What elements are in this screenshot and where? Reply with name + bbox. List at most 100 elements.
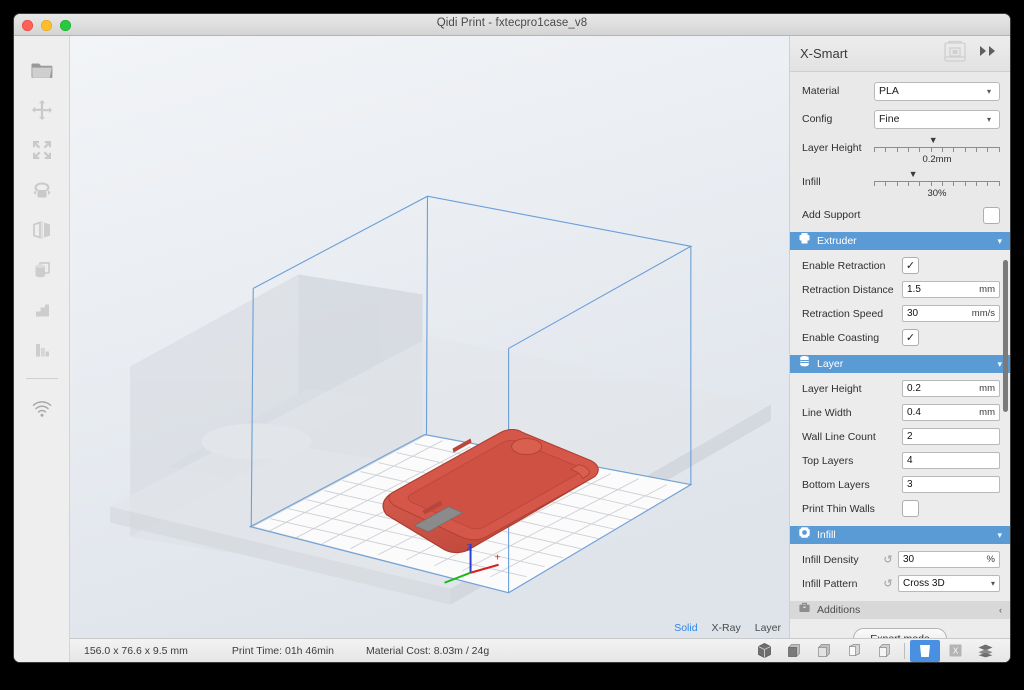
extruder-icon [798, 232, 811, 250]
layer-height-field-unit: mm [979, 383, 995, 394]
line-width-label: Line Width [802, 406, 852, 419]
line-width-row: Line Width 0.4 mm [802, 402, 1000, 423]
chevron-down-icon: ▾ [990, 579, 995, 588]
chevron-down-icon[interactable]: ▾ [997, 236, 1002, 247]
model-dimensions: 156.0 x 76.6 x 9.5 mm [84, 644, 188, 657]
print-thin-walls-checkbox[interactable] [902, 500, 919, 517]
group-title-infill: Infill [817, 529, 836, 541]
group-title-extruder: Extruder [817, 235, 857, 247]
toolbar-divider [25, 378, 58, 379]
wifi-button[interactable] [22, 389, 62, 429]
material-label: Material [802, 85, 840, 97]
layer-height-slider[interactable]: ▼ 0.2mm [874, 136, 1000, 168]
infill-label: Infill [802, 176, 821, 188]
add-support-checkbox[interactable] [983, 206, 1000, 224]
move-arrows-icon [31, 99, 53, 121]
view-controls: X [749, 639, 1010, 662]
scale-tool-button[interactable] [22, 130, 62, 170]
folder-icon [31, 60, 53, 80]
top-layers-row: Top Layers 4 [802, 450, 1000, 471]
xray-view-icon[interactable]: X [940, 640, 970, 662]
view-mode-labels: Solid X-Ray Layer [674, 622, 781, 634]
retraction-distance-value: 1.5 [907, 284, 921, 295]
svg-text:+: + [495, 553, 501, 564]
chevron-down-icon: ▾ [986, 86, 991, 96]
add-support-row: Add Support [802, 204, 1000, 226]
retraction-speed-label: Retraction Speed [802, 307, 884, 320]
config-select[interactable]: Fine ▾ [874, 109, 1000, 129]
infill-density-reset-icon[interactable]: ↺ [880, 553, 896, 566]
layer-view-icon[interactable] [970, 640, 1000, 662]
layer-height-row: Layer Height ▼ 0.2mm [802, 136, 1000, 168]
infill-pattern-value: Cross 3D [903, 578, 945, 589]
chevron-down-icon[interactable]: ▾ [997, 359, 1002, 370]
infill-row: Infill ▼ 30% [802, 170, 1000, 202]
infill-handle[interactable]: ▼ [909, 170, 918, 179]
group-body-layer: Layer Height 0.2 mm Line Width 0.4 mm Wa… [790, 373, 1010, 526]
stack-objects-icon [31, 259, 53, 281]
layer-height-value: 0.2mm [922, 154, 952, 165]
infill-slider[interactable]: ▼ 30% [874, 170, 1000, 202]
panel-scrollbar[interactable] [1003, 260, 1008, 412]
open-file-button[interactable] [22, 50, 62, 90]
layer-height-field-row: Layer Height 0.2 mm [802, 378, 1000, 399]
print-thin-walls-row: Print Thin Walls [802, 498, 1000, 519]
infill-pattern-label: Infill Pattern [802, 577, 858, 590]
print-thin-walls-label: Print Thin Walls [802, 502, 875, 515]
layer-icon [798, 355, 811, 373]
rotate-tool-button[interactable] [22, 170, 62, 210]
material-select[interactable]: PLA ▾ [874, 81, 1000, 101]
enable-coasting-checkbox[interactable]: ✓ [902, 329, 919, 346]
line-width-value: 0.4 [907, 407, 921, 418]
double-chevron-right-icon[interactable] [978, 44, 1000, 63]
view-mode-xray-label[interactable]: X-Ray [712, 622, 741, 634]
infill-pattern-row: Infill Pattern ↺ Cross 3D ▾ [802, 573, 1000, 594]
per-model-settings-button[interactable] [22, 250, 62, 290]
steps-tool-button[interactable] [22, 330, 62, 370]
infill-pattern-select[interactable]: Cross 3D ▾ [898, 575, 1000, 592]
group-header-layer[interactable]: Layer ▾ [790, 355, 1010, 373]
view-mode-layer-label[interactable]: Layer [755, 622, 781, 634]
enable-retraction-label: Enable Retraction [802, 259, 886, 272]
group-header-additions[interactable]: Additions ‹ [790, 601, 1010, 619]
enable-retraction-checkbox[interactable]: ✓ [902, 257, 919, 274]
bottom-layers-row: Bottom Layers 3 [802, 474, 1000, 495]
retraction-speed-input[interactable]: 30 mm/s [902, 305, 1000, 322]
printer-header: X-Smart [790, 36, 1010, 72]
enable-retraction-row: Enable Retraction ✓ [802, 255, 1000, 276]
left-cube-icon[interactable] [839, 640, 869, 662]
line-width-input[interactable]: 0.4 mm [902, 404, 1000, 421]
print-time: Print Time: 01h 46min [231, 644, 335, 657]
top-cube-icon[interactable] [809, 640, 839, 662]
svg-text:X: X [952, 647, 958, 656]
layer-height-field-input[interactable]: 0.2 mm [902, 380, 1000, 397]
top-layers-input[interactable]: 4 [902, 452, 1000, 469]
iso-cube-icon[interactable] [749, 640, 779, 662]
right-cube-icon[interactable] [869, 640, 899, 662]
group-header-extruder[interactable]: Extruder ▾ [790, 232, 1010, 250]
support-blocker-button[interactable] [22, 290, 62, 330]
group-header-infill[interactable]: Infill ▾ [790, 526, 1010, 544]
chevron-down-icon[interactable]: ▾ [997, 530, 1002, 541]
left-toolbar [14, 36, 70, 662]
solid-view-icon[interactable] [910, 639, 940, 662]
mirror-tool-button[interactable] [22, 210, 62, 250]
wall-line-count-input[interactable]: 2 [902, 428, 1000, 445]
retraction-distance-input[interactable]: 1.5 mm [902, 281, 1000, 298]
rotate-icon [31, 179, 53, 201]
infill-density-row: Infill Density ↺ 30 % [802, 549, 1000, 570]
retraction-distance-row: Retraction Distance 1.5 mm [802, 279, 1000, 300]
infill-pattern-reset-icon[interactable]: ↺ [880, 577, 896, 590]
chevron-left-icon[interactable]: ‹ [999, 605, 1002, 615]
material-row: Material PLA ▾ [802, 80, 1000, 102]
move-tool-button[interactable] [22, 90, 62, 130]
printer-3d-icon[interactable] [940, 36, 970, 71]
infill-density-input[interactable]: 30 % [898, 551, 1000, 568]
view-mode-solid-label[interactable]: Solid [674, 622, 697, 634]
front-cube-icon[interactable] [779, 640, 809, 662]
3d-viewport[interactable]: Z + Solid X-Ray Layer [70, 36, 789, 662]
bottom-layers-input[interactable]: 3 [902, 476, 1000, 493]
material-value: PLA [879, 85, 899, 97]
layer-height-handle[interactable]: ▼ [929, 136, 938, 145]
infill-density-label: Infill Density [802, 553, 859, 566]
